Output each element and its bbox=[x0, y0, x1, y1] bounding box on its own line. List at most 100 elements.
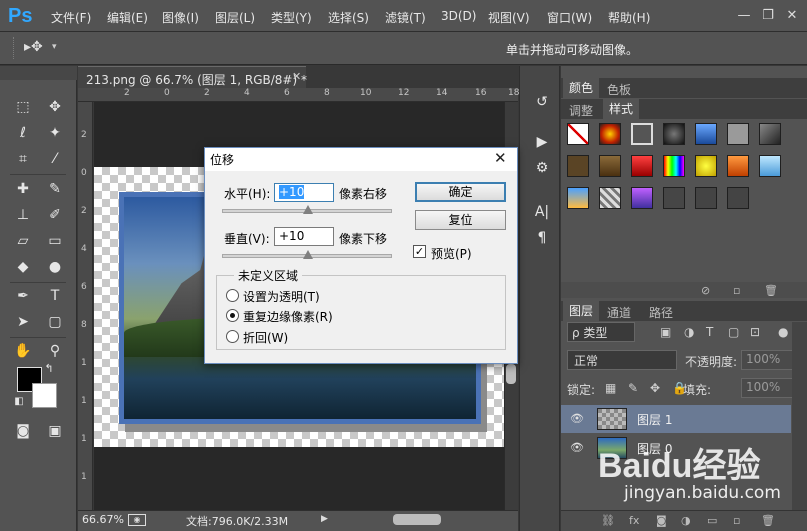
proof-icon[interactable]: ◉ bbox=[128, 514, 146, 526]
clear-style-icon[interactable]: ⊘ bbox=[701, 284, 710, 297]
dialog-titlebar[interactable] bbox=[205, 148, 517, 171]
filter-toggle-icon[interactable]: ● bbox=[778, 325, 788, 339]
style-swatch[interactable] bbox=[567, 155, 589, 177]
default-colors-icon[interactable]: ◧ bbox=[12, 395, 26, 409]
adjustment-layer-icon[interactable]: ◑ bbox=[681, 514, 691, 527]
radio-wrap-around[interactable] bbox=[226, 330, 239, 343]
gradient-tool-icon[interactable]: ▭ bbox=[44, 230, 66, 252]
style-swatch[interactable] bbox=[727, 155, 749, 177]
vertical-scroll-thumb[interactable] bbox=[506, 364, 516, 384]
horizontal-offset-input[interactable]: +10 bbox=[274, 183, 334, 202]
style-swatch[interactable] bbox=[727, 123, 749, 145]
style-swatch[interactable] bbox=[759, 155, 781, 177]
style-swatch[interactable] bbox=[631, 123, 653, 145]
blend-mode-select[interactable]: 正常 bbox=[567, 350, 677, 370]
layer-style-icon[interactable]: fx bbox=[629, 514, 639, 527]
lasso-tool-icon[interactable]: ℓ bbox=[12, 122, 34, 144]
vertical-slider-thumb[interactable] bbox=[303, 250, 313, 259]
document-tab[interactable]: 213.png @ 66.7% (图层 1, RGB/8#) * bbox=[78, 66, 307, 88]
paragraph-icon[interactable]: ¶ bbox=[531, 230, 553, 246]
menu-view[interactable]: 视图(V) bbox=[488, 9, 530, 26]
brush-tool-icon[interactable]: ✎ bbox=[44, 178, 66, 200]
history-brush-tool-icon[interactable]: ✐ bbox=[44, 204, 66, 226]
menu-filter[interactable]: 滤镜(T) bbox=[385, 9, 426, 26]
type-tool-icon[interactable]: T bbox=[44, 285, 66, 307]
eraser-tool-icon[interactable]: ▱ bbox=[12, 230, 34, 252]
dodge-tool-icon[interactable]: ● bbox=[44, 256, 66, 278]
pen-tool-icon[interactable]: ✒ bbox=[12, 285, 34, 307]
reset-button[interactable]: 复位 bbox=[415, 210, 506, 230]
tab-channels[interactable]: 通道 bbox=[607, 304, 631, 321]
style-swatch[interactable] bbox=[695, 155, 717, 177]
lock-transparency-icon[interactable]: ▦ bbox=[605, 381, 616, 395]
close-icon[interactable]: ✕ bbox=[292, 70, 301, 83]
trash-icon[interactable]: 🗑 bbox=[764, 284, 778, 297]
hand-tool-icon[interactable]: ✋ bbox=[12, 340, 34, 362]
background-color-swatch[interactable] bbox=[32, 383, 57, 408]
tab-color[interactable]: 颜色 bbox=[563, 78, 600, 98]
tab-layers[interactable]: 图层 bbox=[563, 301, 600, 321]
new-style-icon[interactable]: ▫ bbox=[733, 284, 740, 297]
horizontal-scroll-thumb[interactable] bbox=[393, 514, 441, 525]
character-icon[interactable]: A| bbox=[531, 204, 553, 220]
style-swatch[interactable] bbox=[567, 187, 589, 209]
status-menu-arrow-icon[interactable]: ▶ bbox=[321, 514, 328, 524]
eyedropper-tool-icon[interactable]: ⁄ bbox=[44, 148, 66, 170]
horizontal-slider-thumb[interactable] bbox=[303, 205, 313, 214]
style-swatch[interactable] bbox=[631, 187, 653, 209]
zoom-level[interactable]: 66.67% bbox=[82, 513, 124, 526]
new-layer-icon[interactable]: ▫ bbox=[733, 514, 740, 527]
close-icon[interactable]: ✕ bbox=[784, 8, 800, 24]
zoom-tool-icon[interactable]: ⚲ bbox=[44, 340, 66, 362]
style-swatch[interactable] bbox=[727, 187, 749, 209]
style-swatch[interactable] bbox=[695, 123, 717, 145]
move-tool-icon[interactable]: ✥ bbox=[44, 96, 66, 118]
crop-tool-icon[interactable]: ⌗ bbox=[12, 148, 34, 170]
ok-button[interactable]: 确定 bbox=[415, 182, 506, 202]
healing-brush-tool-icon[interactable]: ✚ bbox=[12, 178, 34, 200]
link-layers-icon[interactable]: ⛓ bbox=[601, 514, 615, 527]
style-swatch[interactable] bbox=[663, 187, 685, 209]
toolbox-header[interactable] bbox=[0, 66, 77, 80]
tab-swatches[interactable]: 色板 bbox=[607, 81, 631, 98]
menu-help[interactable]: 帮助(H) bbox=[608, 9, 650, 26]
style-swatch[interactable] bbox=[663, 123, 685, 145]
style-swatch[interactable] bbox=[599, 123, 621, 145]
adjustment-filter-icon[interactable]: ◑ bbox=[684, 325, 694, 339]
style-swatch[interactable] bbox=[663, 155, 685, 177]
style-swatch[interactable] bbox=[695, 187, 717, 209]
menu-3d[interactable]: 3D(D) bbox=[441, 9, 476, 23]
style-swatch[interactable] bbox=[759, 123, 781, 145]
menu-type[interactable]: 类型(Y) bbox=[271, 9, 312, 26]
menu-layer[interactable]: 图层(L) bbox=[215, 9, 255, 26]
minimize-icon[interactable]: — bbox=[736, 8, 752, 24]
preview-checkbox[interactable]: ✓ bbox=[413, 245, 426, 258]
blur-tool-icon[interactable]: ◆ bbox=[12, 256, 34, 278]
tab-adjustments[interactable]: 调整 bbox=[569, 102, 593, 119]
restore-icon[interactable]: ❐ bbox=[760, 8, 776, 24]
menu-window[interactable]: 窗口(W) bbox=[547, 9, 592, 26]
tab-paths[interactable]: 路径 bbox=[649, 304, 673, 321]
menu-edit[interactable]: 编辑(E) bbox=[107, 9, 148, 26]
style-swatch[interactable] bbox=[631, 155, 653, 177]
tab-styles[interactable]: 样式 bbox=[603, 99, 640, 119]
screen-mode-icon[interactable]: ▣ bbox=[44, 420, 66, 442]
style-swatch[interactable] bbox=[599, 187, 621, 209]
actions-play-icon[interactable]: ▶ bbox=[531, 134, 553, 150]
layer-row-1[interactable]: 👁 图层 1 bbox=[561, 405, 791, 433]
close-icon[interactable]: ✕ bbox=[494, 149, 507, 167]
radio-transparent[interactable] bbox=[226, 289, 239, 302]
menu-file[interactable]: 文件(F) bbox=[51, 9, 91, 26]
eye-icon[interactable]: 👁 bbox=[570, 412, 584, 426]
path-selection-tool-icon[interactable]: ➤ bbox=[12, 311, 34, 333]
type-filter-icon[interactable]: T bbox=[706, 325, 713, 339]
add-mask-icon[interactable]: ◙ bbox=[656, 514, 667, 527]
rectangle-tool-icon[interactable]: ▢ bbox=[44, 311, 66, 333]
layer-filter-select[interactable]: ρ 类型 bbox=[567, 322, 635, 342]
menu-select[interactable]: 选择(S) bbox=[328, 9, 369, 26]
shape-filter-icon[interactable]: ▢ bbox=[728, 325, 739, 339]
smart-object-filter-icon[interactable]: ⊡ bbox=[750, 325, 760, 339]
history-icon[interactable]: ↺ bbox=[531, 94, 553, 110]
group-icon[interactable]: ▭ bbox=[707, 514, 717, 527]
style-swatch[interactable] bbox=[599, 155, 621, 177]
